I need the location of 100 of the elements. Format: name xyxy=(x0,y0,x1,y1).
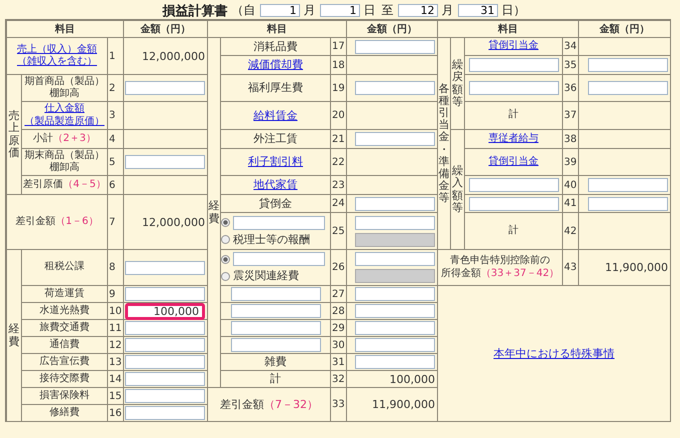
item-name-field[interactable] xyxy=(230,304,320,318)
line-number: 13 xyxy=(109,356,122,368)
line-number: 11 xyxy=(109,322,122,334)
amount-value: 11,900,000 xyxy=(605,261,668,274)
amount-value: 100,000 xyxy=(390,372,435,386)
line-number: 23 xyxy=(332,180,345,190)
amount-field[interactable] xyxy=(355,304,435,318)
item-label: 計 xyxy=(508,109,518,122)
line-number: 4 xyxy=(109,134,116,144)
item-link[interactable]: 仕入金額 （製品製造原価） xyxy=(24,103,104,128)
amount-field[interactable] xyxy=(355,216,435,230)
item-name-field[interactable] xyxy=(233,216,325,230)
item-link[interactable]: 売上（収入）金額 （雑収入を含む） xyxy=(17,44,97,68)
item-link[interactable]: 利子割引料 xyxy=(248,155,303,169)
line-number: 40 xyxy=(564,180,577,190)
amount-field[interactable] xyxy=(355,321,435,335)
line-number: 36 xyxy=(564,82,577,94)
line-number: 31 xyxy=(332,356,345,368)
amount-field[interactable] xyxy=(125,355,205,369)
amount-field[interactable] xyxy=(355,81,435,95)
amount-field[interactable] xyxy=(125,260,205,274)
amount-field[interactable] xyxy=(125,81,205,95)
item-label: 雑費 xyxy=(264,355,286,369)
item-name-field[interactable] xyxy=(233,252,325,266)
amount-field[interactable] xyxy=(355,132,435,146)
item-label: 接待交際費 xyxy=(40,372,90,386)
group-label: 各種引当金・準備金等 xyxy=(438,81,450,206)
item-name-field[interactable] xyxy=(468,196,558,210)
line-number: 14 xyxy=(109,374,122,384)
line-number: 18 xyxy=(332,60,345,70)
item-name-field[interactable] xyxy=(468,58,558,72)
line-number: 35 xyxy=(564,60,577,70)
amount-field[interactable] xyxy=(355,355,435,369)
amount-value: 11,900,000 xyxy=(372,398,435,411)
column-header: 料目 xyxy=(267,22,287,36)
line-number: 22 xyxy=(332,156,345,168)
date-field[interactable]: 1 xyxy=(260,4,300,17)
amount-field[interactable] xyxy=(125,155,205,169)
item-link[interactable]: 専従者給与 xyxy=(488,132,538,146)
item-name-field[interactable] xyxy=(468,178,558,192)
amount-field[interactable] xyxy=(355,338,435,352)
amount-field[interactable] xyxy=(588,81,668,95)
item-label: 小計（2＋3） xyxy=(33,132,96,146)
item-name-field[interactable] xyxy=(230,321,320,335)
option-label: 震災関連経費 xyxy=(233,269,299,283)
period-text: 月 xyxy=(304,2,316,19)
line-number: 34 xyxy=(564,41,577,52)
form-title: 損益計算書 xyxy=(162,2,228,20)
item-label: 外注工賃 xyxy=(254,132,298,146)
item-link[interactable]: 減価償却費 xyxy=(248,58,303,72)
amount-field[interactable] xyxy=(125,321,205,335)
radio-button[interactable] xyxy=(221,254,230,264)
amount-field[interactable]: 100,000 xyxy=(125,302,205,320)
item-name-field[interactable] xyxy=(230,338,320,352)
item-name-field[interactable] xyxy=(468,81,558,95)
item-label: 水道光熱費 xyxy=(40,304,90,318)
group-label: 経費 xyxy=(8,321,20,350)
amount-field[interactable] xyxy=(355,196,435,210)
amount-field[interactable] xyxy=(355,252,435,266)
amount-field[interactable] xyxy=(355,287,435,301)
period-text: 月 xyxy=(442,2,454,19)
item-link[interactable]: 給料賃金 xyxy=(254,108,298,122)
amount-field[interactable] xyxy=(588,178,668,192)
line-number: 16 xyxy=(109,408,122,418)
radio-button[interactable] xyxy=(221,272,230,280)
item-label: 損害保険料 xyxy=(40,390,90,402)
amount-field[interactable] xyxy=(125,338,205,352)
item-label: 通信費 xyxy=(50,338,80,352)
amount-field[interactable] xyxy=(125,372,205,386)
item-link[interactable]: 地代家賃 xyxy=(254,178,298,192)
column-header: 料目 xyxy=(498,22,518,36)
date-field[interactable]: 1 xyxy=(320,4,360,17)
amount-field[interactable] xyxy=(588,58,668,72)
period-text: 日 xyxy=(364,2,376,19)
line-number: 2 xyxy=(109,82,116,94)
amount-field[interactable] xyxy=(125,287,205,301)
line-number: 21 xyxy=(332,134,345,144)
line-number: 7 xyxy=(109,216,116,228)
item-label: 福利厚生費 xyxy=(248,81,303,95)
item-name-field[interactable] xyxy=(230,287,320,301)
radio-button[interactable] xyxy=(221,218,230,228)
amount-field[interactable] xyxy=(588,196,668,210)
item-label: 差引原価（4－5） xyxy=(23,178,106,192)
group-label: 売上原価 xyxy=(8,108,20,161)
special-circumstances-link[interactable]: 本年中における特殊事情 xyxy=(494,346,614,361)
amount-field[interactable] xyxy=(125,389,205,403)
item-label: 計 xyxy=(508,224,518,238)
amount-field[interactable] xyxy=(355,40,435,54)
radio-button[interactable] xyxy=(221,235,230,244)
line-number: 42 xyxy=(564,226,577,236)
item-label: 荷造運賃 xyxy=(44,288,84,300)
line-number: 19 xyxy=(332,82,345,94)
item-link[interactable]: 貸倒引当金 xyxy=(488,156,538,168)
item-link[interactable]: 貸倒引当金 xyxy=(488,40,538,53)
item-label: 旅費交通費 xyxy=(40,322,90,334)
amount-field[interactable] xyxy=(125,406,205,420)
item-label: 差引金額（1－6） xyxy=(16,216,98,228)
date-field[interactable]: 31 xyxy=(458,4,498,17)
date-field[interactable]: 12 xyxy=(398,4,438,17)
item-label: 広告宣伝費 xyxy=(40,356,90,368)
